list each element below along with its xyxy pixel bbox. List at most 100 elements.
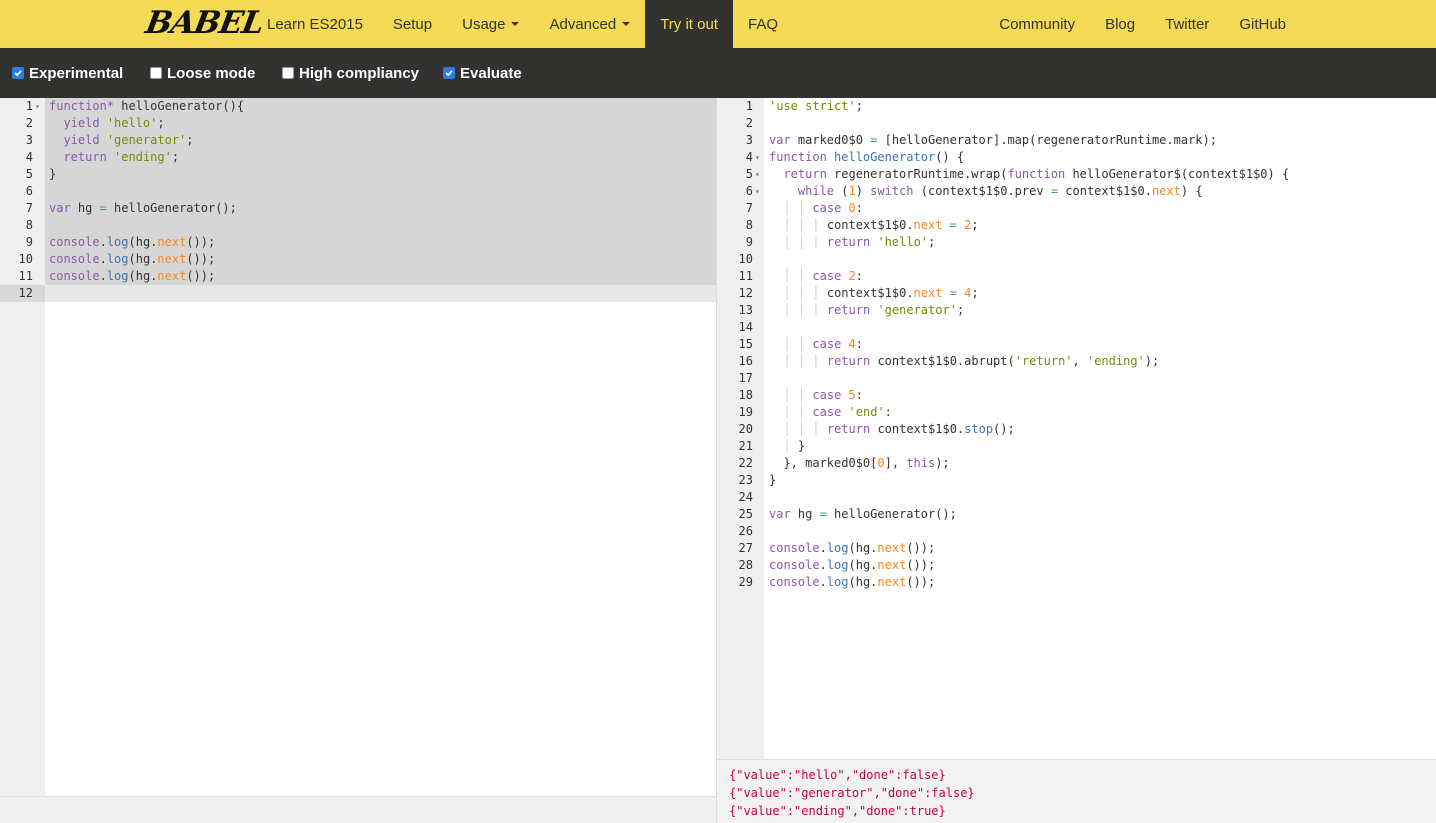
high-compliancy-checkbox[interactable] <box>282 67 294 79</box>
code-line[interactable]: 19 │ │ case 'end': <box>717 404 1436 421</box>
code-line[interactable]: 2 yield 'hello'; <box>0 115 716 132</box>
option-high-compliancy[interactable]: High compliancy <box>282 48 419 98</box>
code-line[interactable]: 15 │ │ case 4: <box>717 336 1436 353</box>
code-line[interactable]: 3 var marked0$0 = [helloGenerator].map(re… <box>717 132 1436 149</box>
code-line[interactable]: 1 'use strict'; <box>717 98 1436 115</box>
code-text: │ } <box>783 439 806 453</box>
fold-arrow-icon[interactable]: ▾ <box>755 166 760 183</box>
code-line[interactable]: 27 console.log(hg.next()); <box>717 540 1436 557</box>
line-number: 23 <box>738 473 753 487</box>
code-line[interactable]: 5 ▾ return regeneratorRuntime.wrap(functi… <box>717 166 1436 183</box>
nav-setup-label: Setup <box>392 15 433 33</box>
line-number: 7 <box>25 201 33 215</box>
input-editor[interactable]: 1 ▾ function* helloGenerator(){2 yield 'he… <box>0 98 716 823</box>
evaluate-checkbox[interactable] <box>443 67 455 79</box>
code-line[interactable]: 10 console.log(hg.next()); <box>0 251 716 268</box>
code-line[interactable]: 7 │ │ case 0: <box>717 200 1436 217</box>
code-line[interactable]: 22 }, marked0$0[0], this); <box>717 455 1436 472</box>
nav-faq-label: FAQ <box>748 15 779 33</box>
babel-logo[interactable]: BABEL <box>143 3 266 43</box>
nav-community-label: Community <box>999 15 1076 33</box>
fold-arrow-icon[interactable]: ▾ <box>35 98 40 115</box>
code-line[interactable]: 21 │ } <box>717 438 1436 455</box>
code-line[interactable]: 29 console.log(hg.next()); <box>717 574 1436 591</box>
caret-down-icon <box>511 22 520 26</box>
input-code-lines[interactable]: 1 ▾ function* helloGenerator(){2 yield 'he… <box>0 98 716 302</box>
code-line[interactable]: 14 <box>717 319 1436 336</box>
nav-advanced-dropdown[interactable]: Advanced <box>534 0 645 48</box>
console-output: {"value":"hello","done":false} {"value":… <box>717 759 1436 823</box>
input-footer <box>0 796 716 823</box>
code-line[interactable]: 11 │ │ case 2: <box>717 268 1436 285</box>
code-text: console.log(hg.next()); <box>49 252 216 266</box>
code-line[interactable]: 9 │ │ │ return 'hello'; <box>717 234 1436 251</box>
code-line[interactable]: 16 │ │ │ return context$1$0.abrupt('retu… <box>717 353 1436 370</box>
option-loose-mode[interactable]: Loose mode <box>150 48 255 98</box>
code-text: 'use strict'; <box>769 99 863 113</box>
code-line[interactable]: 23} <box>717 472 1436 489</box>
code-text: }, marked0$0[0], this); <box>769 456 950 470</box>
nav-try-it-out[interactable]: Try it out <box>645 0 733 48</box>
loose-mode-checkbox[interactable] <box>150 67 162 79</box>
line-number: 8 <box>745 218 753 232</box>
nav-setup[interactable]: Setup <box>378 0 447 48</box>
experimental-checkbox[interactable] <box>12 67 24 79</box>
code-text: │ │ case 'end': <box>783 405 892 419</box>
fold-arrow-icon[interactable]: ▾ <box>755 149 760 166</box>
nav-faq[interactable]: FAQ <box>733 0 793 48</box>
code-line[interactable]: 7 var hg = helloGenerator(); <box>0 200 716 217</box>
code-line[interactable]: 4 return 'ending'; <box>0 149 716 166</box>
line-number: 3 <box>745 133 753 147</box>
nav-learn-es2015[interactable]: Learn ES2015 <box>252 0 378 48</box>
fold-arrow-icon[interactable]: ▾ <box>755 183 760 200</box>
line-number: 4 <box>25 150 33 164</box>
output-code-lines[interactable]: 1'use strict'; 2 3 var marked0$0 = [helloGe… <box>717 98 1436 591</box>
line-number: 20 <box>738 422 753 436</box>
line-number: 9 <box>745 235 753 249</box>
code-line[interactable]: 1 ▾ function* helloGenerator(){ <box>0 98 716 115</box>
code-line[interactable]: 24 <box>717 489 1436 506</box>
code-line[interactable]: 2 <box>717 115 1436 132</box>
code-line[interactable]: 10 <box>717 251 1436 268</box>
code-line[interactable]: 12 │ │ │ context$1$0.next = 4; <box>717 285 1436 302</box>
nav-usage-dropdown[interactable]: Usage <box>447 0 534 48</box>
logo-text: BABEL <box>142 5 267 41</box>
line-number: 11 <box>738 269 753 283</box>
output-editor[interactable]: 1'use strict'; 2 3 var marked0$0 = [helloGe… <box>717 98 1436 823</box>
nav-twitter-label: Twitter <box>1165 15 1210 33</box>
code-line[interactable]: 5} <box>0 166 716 183</box>
code-text: return regeneratorRuntime.wrap(function … <box>783 167 1290 181</box>
code-text: console.log(hg.next()); <box>769 575 936 589</box>
code-line[interactable]: 9 console.log(hg.next()); <box>0 234 716 251</box>
code-text: function* helloGenerator(){ <box>49 99 245 113</box>
code-line[interactable]: 28 console.log(hg.next()); <box>717 557 1436 574</box>
code-text: console.log(hg.next()); <box>769 541 936 555</box>
code-line[interactable]: 6 <box>0 183 716 200</box>
code-text: │ │ │ return context$1$0.stop(); <box>783 422 1015 436</box>
code-line[interactable]: 26 <box>717 523 1436 540</box>
nav-community[interactable]: Community <box>984 0 1090 48</box>
line-number: 12 <box>738 286 753 300</box>
code-line[interactable]: 18 │ │ case 5: <box>717 387 1436 404</box>
nav-left: Learn ES2015 Setup Usage Advanced Try it… <box>252 0 793 48</box>
code-text: │ │ │ return 'hello'; <box>783 235 936 249</box>
code-line[interactable]: 17 <box>717 370 1436 387</box>
code-line[interactable]: 8 │ │ │ context$1$0.next = 2; <box>717 217 1436 234</box>
nav-try-it-out-label: Try it out <box>660 15 718 33</box>
nav-blog[interactable]: Blog <box>1090 0 1150 48</box>
nav-github[interactable]: GitHub <box>1224 0 1301 48</box>
nav-twitter[interactable]: Twitter <box>1150 0 1224 48</box>
code-line[interactable]: 12 <box>0 285 716 302</box>
code-line[interactable]: 6 ▾ while (1) switch (context$1$0.prev = … <box>717 183 1436 200</box>
code-line[interactable]: 8 <box>0 217 716 234</box>
code-line[interactable]: 25 var hg = helloGenerator(); <box>717 506 1436 523</box>
loose-mode-label: Loose mode <box>167 64 256 82</box>
option-evaluate[interactable]: Evaluate <box>443 48 522 98</box>
code-line[interactable]: 4 ▾ function helloGenerator() { <box>717 149 1436 166</box>
code-line[interactable]: 13 │ │ │ return 'generator'; <box>717 302 1436 319</box>
option-experimental[interactable]: Experimental <box>12 48 123 98</box>
code-line[interactable]: 3 yield 'generator'; <box>0 132 716 149</box>
code-text: console.log(hg.next()); <box>769 558 936 572</box>
code-line[interactable]: 11 console.log(hg.next()); <box>0 268 716 285</box>
code-line[interactable]: 20 │ │ │ return context$1$0.stop(); <box>717 421 1436 438</box>
